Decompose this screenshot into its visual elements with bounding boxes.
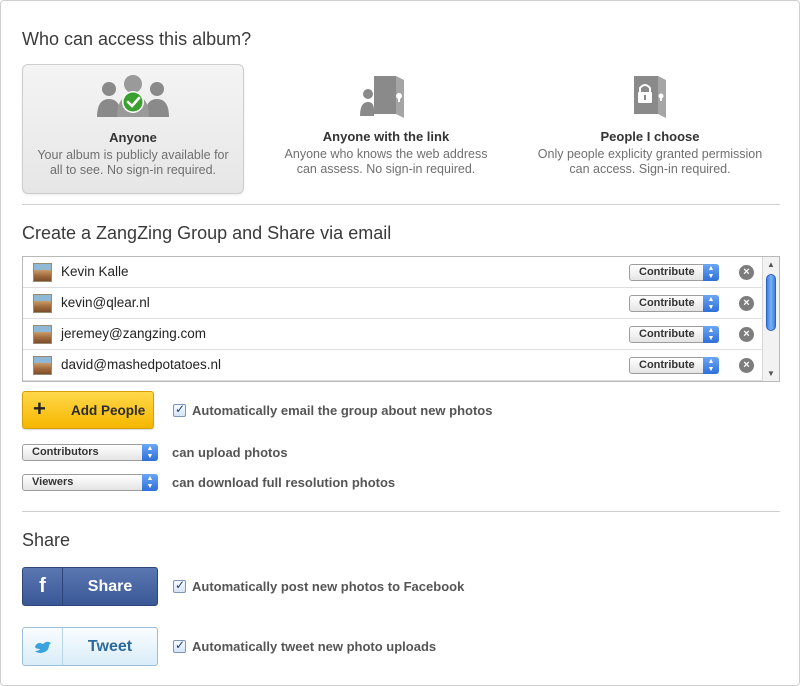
remove-member-button[interactable]: × [739, 327, 754, 342]
option-description: Your album is publicly available for all… [37, 148, 229, 177]
option-title: Anyone [109, 130, 157, 145]
contributors-permission-text: can upload photos [172, 445, 288, 460]
access-option-link[interactable]: Anyone with the link Anyone who knows th… [275, 64, 497, 194]
option-description: Only people explicity granted permission… [537, 147, 763, 176]
remove-member-button[interactable]: × [739, 265, 754, 280]
tweet-button[interactable]: Tweet [22, 627, 158, 666]
scroll-thumb[interactable] [766, 274, 776, 331]
auto-email-label: Automatically email the group about new … [192, 403, 493, 418]
avatar [33, 294, 52, 313]
role-select[interactable]: Contribute ▲ ▼ [629, 357, 719, 374]
auto-facebook-label: Automatically post new photos to Faceboo… [192, 579, 465, 594]
twitter-bird-icon [23, 628, 63, 665]
select-arrows-icon: ▲ ▼ [142, 474, 158, 491]
select-arrows-icon: ▲ ▼ [142, 444, 158, 461]
access-option-people[interactable]: People I choose Only people explicity gr… [529, 64, 771, 194]
auto-facebook-checkbox[interactable] [173, 578, 186, 593]
door-keyhole-icon [358, 72, 414, 125]
scroll-down-icon[interactable]: ▼ [763, 367, 779, 380]
member-name: Kevin Kalle [61, 264, 129, 279]
avatar [33, 263, 52, 282]
facebook-share-button[interactable]: f Share [22, 567, 158, 606]
remove-member-button[interactable]: × [739, 296, 754, 311]
avatar [33, 356, 52, 375]
group-member-list: Kevin Kalle Contribute ▲ ▼ × kevin@qlear.… [22, 256, 780, 382]
auto-email-checkbox[interactable] [173, 402, 186, 417]
share-section-title: Share [22, 530, 71, 550]
list-item: jeremey@zangzing.com Contribute ▲ ▼ × [23, 319, 763, 350]
member-name: david@mashedpotatoes.nl [61, 357, 222, 372]
member-name: kevin@qlear.nl [61, 295, 150, 310]
contributors-select[interactable]: Contributors ▲ ▼ [22, 444, 158, 461]
access-section-title: Who can access this album? [22, 29, 252, 49]
tweet-label: Tweet [87, 638, 133, 655]
facebook-share-label: Share [87, 578, 133, 595]
viewers-permission-text: can download full resolution photos [172, 475, 396, 490]
add-people-label: Add People [71, 403, 146, 418]
group-check-icon [95, 73, 171, 126]
facebook-icon: f [23, 568, 63, 605]
list-item: david@mashedpotatoes.nl Contribute ▲ ▼ × [23, 350, 763, 381]
role-select[interactable]: Contribute ▲ ▼ [629, 326, 719, 343]
option-title: People I choose [600, 129, 700, 144]
member-name: jeremey@zangzing.com [61, 326, 207, 341]
role-select[interactable]: Contribute ▲ ▼ [629, 264, 719, 281]
list-item: kevin@qlear.nl Contribute ▲ ▼ × [23, 288, 763, 319]
divider [22, 204, 780, 205]
select-arrows-icon: ▲ ▼ [703, 326, 719, 343]
auto-tweet-checkbox[interactable] [173, 638, 186, 653]
avatar [33, 325, 52, 344]
option-title: Anyone with the link [322, 129, 450, 144]
list-scrollbar[interactable]: ▲ ▼ [762, 257, 779, 381]
access-option-anyone[interactable]: Anyone Your album is publicly available … [22, 64, 244, 194]
auto-tweet-label: Automatically tweet new photo uploads [192, 639, 437, 654]
viewers-select[interactable]: Viewers ▲ ▼ [22, 474, 158, 491]
sharing-panel: Who can access this album? Anyone Your a… [0, 0, 800, 686]
remove-member-button[interactable]: × [739, 358, 754, 373]
option-description: Anyone who knows the web address can ass… [284, 147, 488, 176]
list-item: Kevin Kalle Contribute ▲ ▼ × [23, 257, 763, 288]
scroll-up-icon[interactable]: ▲ [763, 258, 779, 271]
select-arrows-icon: ▲ ▼ [703, 295, 719, 312]
select-arrows-icon: ▲ ▼ [703, 357, 719, 374]
divider [22, 511, 780, 512]
group-section-title: Create a ZangZing Group and Share via em… [22, 223, 392, 243]
add-people-button[interactable]: + Add People [22, 391, 154, 429]
select-arrows-icon: ▲ ▼ [703, 264, 719, 281]
role-select[interactable]: Contribute ▲ ▼ [629, 295, 719, 312]
plus-icon: + [33, 396, 46, 421]
door-lock-icon [626, 72, 674, 125]
